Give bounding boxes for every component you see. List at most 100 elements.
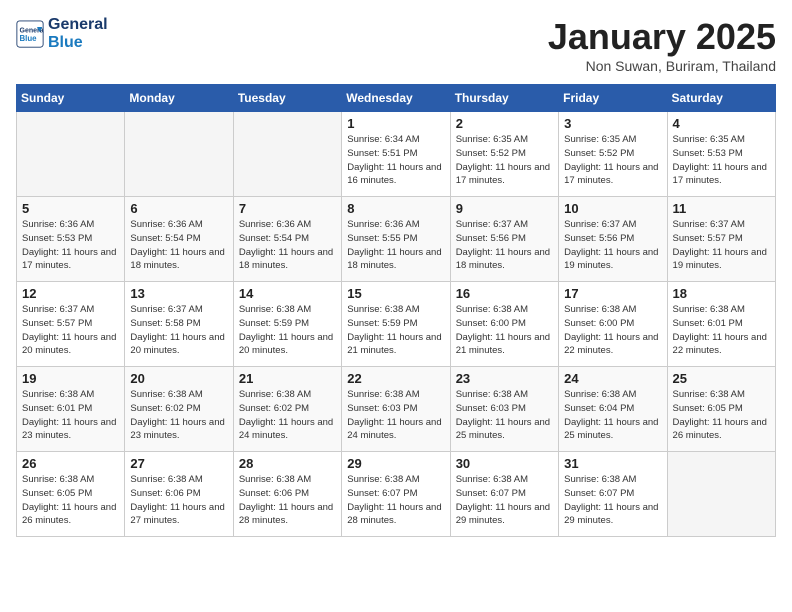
day-number: 15 (347, 286, 444, 301)
calendar-cell: 1Sunrise: 6:34 AMSunset: 5:51 PMDaylight… (342, 112, 450, 197)
day-number: 10 (564, 201, 661, 216)
day-number: 16 (456, 286, 553, 301)
day-info: Sunrise: 6:37 AMSunset: 5:56 PMDaylight:… (564, 218, 661, 273)
day-number: 2 (456, 116, 553, 131)
calendar-cell: 17Sunrise: 6:38 AMSunset: 6:00 PMDayligh… (559, 282, 667, 367)
day-number: 31 (564, 456, 661, 471)
calendar-cell (667, 452, 775, 537)
calendar-cell (125, 112, 233, 197)
calendar-cell (233, 112, 341, 197)
weekday-header-sunday: Sunday (17, 85, 125, 112)
day-number: 5 (22, 201, 119, 216)
day-info: Sunrise: 6:38 AMSunset: 6:02 PMDaylight:… (130, 388, 227, 443)
calendar-cell: 22 Sunrise: 6:38 AMSunset: 6:03 PMDayligh… (342, 367, 450, 452)
day-number: 8 (347, 201, 444, 216)
calendar-cell: 12 Sunrise: 6:37 AMSunset: 5:57 PMDayligh… (17, 282, 125, 367)
weekday-header-monday: Monday (125, 85, 233, 112)
day-number: 4 (673, 116, 770, 131)
calendar-week-row: 12 Sunrise: 6:37 AMSunset: 5:57 PMDayligh… (17, 282, 776, 367)
calendar-cell: 23 Sunrise: 6:38 AMSunset: 6:03 PMDayligh… (450, 367, 558, 452)
weekday-header-thursday: Thursday (450, 85, 558, 112)
day-info: Sunrise: 6:38 AMSunset: 6:05 PMDaylight:… (673, 388, 770, 443)
day-info: Sunrise: 6:36 AMSunset: 5:54 PMDaylight:… (239, 218, 336, 273)
day-number: 25 (673, 371, 770, 386)
calendar-cell: 2Sunrise: 6:35 AMSunset: 5:52 PMDaylight… (450, 112, 558, 197)
day-info: Sunrise: 6:38 AMSunset: 6:06 PMDaylight:… (239, 473, 336, 528)
day-info: Sunrise: 6:38 AMSunset: 6:07 PMDaylight:… (564, 473, 661, 528)
day-number: 24 (564, 371, 661, 386)
day-info: Sunrise: 6:37 AMSunset: 5:58 PMDaylight:… (130, 303, 227, 358)
day-info: Sunrise: 6:38 AMSunset: 6:03 PMDaylight:… (456, 388, 553, 443)
svg-text:Blue: Blue (20, 34, 38, 43)
calendar-cell: 10 Sunrise: 6:37 AMSunset: 5:56 PMDayligh… (559, 197, 667, 282)
calendar-cell: 28 Sunrise: 6:38 AMSunset: 6:06 PMDayligh… (233, 452, 341, 537)
day-info: Sunrise: 6:38 AMSunset: 6:00 PMDaylight:… (564, 303, 661, 358)
day-number: 12 (22, 286, 119, 301)
weekday-header-wednesday: Wednesday (342, 85, 450, 112)
day-info: Sunrise: 6:38 AMSunset: 6:02 PMDaylight:… (239, 388, 336, 443)
calendar-cell: 4 Sunrise: 6:35 AMSunset: 5:53 PMDaylight… (667, 112, 775, 197)
day-info: Sunrise: 6:37 AMSunset: 5:57 PMDaylight:… (673, 218, 770, 273)
day-number: 20 (130, 371, 227, 386)
day-number: 27 (130, 456, 227, 471)
day-info: Sunrise: 6:36 AMSunset: 5:53 PMDaylight:… (22, 218, 119, 273)
day-number: 6 (130, 201, 227, 216)
logo: General Blue General Blue (16, 16, 108, 51)
day-info: Sunrise: 6:38 AMSunset: 6:06 PMDaylight:… (130, 473, 227, 528)
calendar-cell: 7Sunrise: 6:36 AMSunset: 5:54 PMDaylight… (233, 197, 341, 282)
day-number: 18 (673, 286, 770, 301)
calendar-cell: 31 Sunrise: 6:38 AMSunset: 6:07 PMDayligh… (559, 452, 667, 537)
calendar-cell: 21 Sunrise: 6:38 AMSunset: 6:02 PMDayligh… (233, 367, 341, 452)
calendar-cell: 6 Sunrise: 6:36 AMSunset: 5:54 PMDaylight… (125, 197, 233, 282)
day-number: 30 (456, 456, 553, 471)
logo-general: General (48, 16, 108, 34)
calendar-cell: 25 Sunrise: 6:38 AMSunset: 6:05 PMDayligh… (667, 367, 775, 452)
day-number: 3 (564, 116, 661, 131)
calendar-cell: 16 Sunrise: 6:38 AMSunset: 6:00 PMDayligh… (450, 282, 558, 367)
day-info: Sunrise: 6:38 AMSunset: 6:01 PMDaylight:… (673, 303, 770, 358)
weekday-header-tuesday: Tuesday (233, 85, 341, 112)
calendar-cell: 11 Sunrise: 6:37 AMSunset: 5:57 PMDayligh… (667, 197, 775, 282)
calendar-cell: 14 Sunrise: 6:38 AMSunset: 5:59 PMDayligh… (233, 282, 341, 367)
calendar-cell: 30 Sunrise: 6:38 AMSunset: 6:07 PMDayligh… (450, 452, 558, 537)
calendar-week-row: 1Sunrise: 6:34 AMSunset: 5:51 PMDaylight… (17, 112, 776, 197)
day-number: 21 (239, 371, 336, 386)
logo-icon: General Blue (16, 20, 44, 48)
calendar-cell: 9 Sunrise: 6:37 AMSunset: 5:56 PMDaylight… (450, 197, 558, 282)
day-number: 26 (22, 456, 119, 471)
weekday-header-row: SundayMondayTuesdayWednesdayThursdayFrid… (17, 85, 776, 112)
day-info: Sunrise: 6:37 AMSunset: 5:57 PMDaylight:… (22, 303, 119, 358)
calendar-cell (17, 112, 125, 197)
day-info: Sunrise: 6:35 AMSunset: 5:53 PMDaylight:… (673, 133, 770, 188)
day-info: Sunrise: 6:38 AMSunset: 6:00 PMDaylight:… (456, 303, 553, 358)
day-number: 29 (347, 456, 444, 471)
calendar-table: SundayMondayTuesdayWednesdayThursdayFrid… (16, 84, 776, 537)
day-number: 19 (22, 371, 119, 386)
page-header: General Blue General Blue January 2025 N… (16, 16, 776, 74)
calendar-cell: 3Sunrise: 6:35 AMSunset: 5:52 PMDaylight… (559, 112, 667, 197)
day-number: 28 (239, 456, 336, 471)
day-number: 22 (347, 371, 444, 386)
weekday-header-friday: Friday (559, 85, 667, 112)
calendar-cell: 20 Sunrise: 6:38 AMSunset: 6:02 PMDayligh… (125, 367, 233, 452)
day-info: Sunrise: 6:38 AMSunset: 6:07 PMDaylight:… (456, 473, 553, 528)
day-number: 1 (347, 116, 444, 131)
calendar-week-row: 19Sunrise: 6:38 AMSunset: 6:01 PMDayligh… (17, 367, 776, 452)
day-info: Sunrise: 6:36 AMSunset: 5:54 PMDaylight:… (130, 218, 227, 273)
day-info: Sunrise: 6:38 AMSunset: 6:05 PMDaylight:… (22, 473, 119, 528)
logo-blue: Blue (48, 34, 108, 52)
day-number: 11 (673, 201, 770, 216)
day-info: Sunrise: 6:38 AMSunset: 6:07 PMDaylight:… (347, 473, 444, 528)
calendar-cell: 13Sunrise: 6:37 AMSunset: 5:58 PMDayligh… (125, 282, 233, 367)
day-number: 23 (456, 371, 553, 386)
day-number: 9 (456, 201, 553, 216)
weekday-header-saturday: Saturday (667, 85, 775, 112)
calendar-cell: 19Sunrise: 6:38 AMSunset: 6:01 PMDayligh… (17, 367, 125, 452)
calendar-cell: 27 Sunrise: 6:38 AMSunset: 6:06 PMDayligh… (125, 452, 233, 537)
day-info: Sunrise: 6:37 AMSunset: 5:56 PMDaylight:… (456, 218, 553, 273)
day-number: 14 (239, 286, 336, 301)
day-info: Sunrise: 6:38 AMSunset: 5:59 PMDaylight:… (239, 303, 336, 358)
location-subtitle: Non Suwan, Buriram, Thailand (548, 58, 776, 74)
calendar-cell: 18 Sunrise: 6:38 AMSunset: 6:01 PMDayligh… (667, 282, 775, 367)
day-info: Sunrise: 6:38 AMSunset: 6:03 PMDaylight:… (347, 388, 444, 443)
